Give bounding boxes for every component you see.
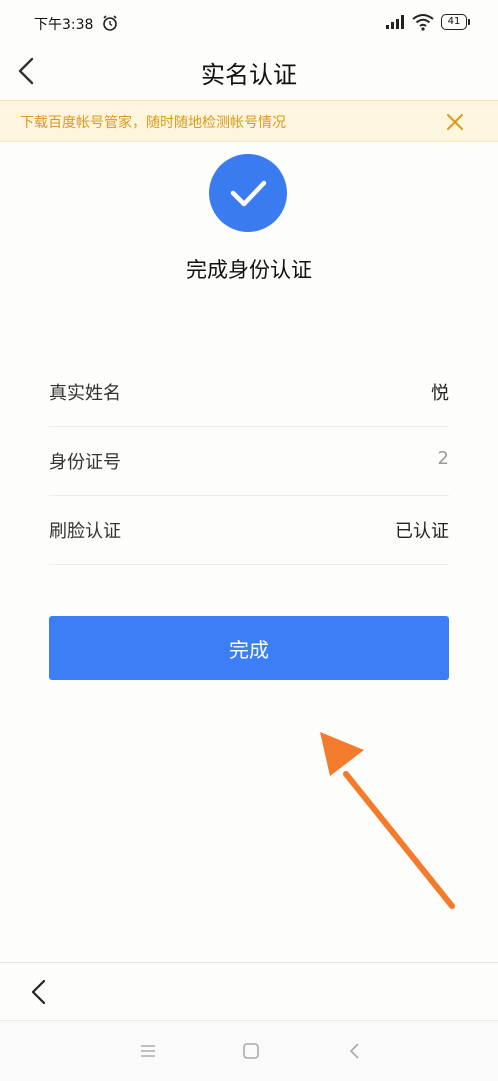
info-label: 真实姓名 xyxy=(49,383,121,404)
done-button[interactable]: 完成 xyxy=(49,616,449,680)
identity-info-list: 真实姓名 悦 身份证号 2 刷脸认证 已认证 xyxy=(49,358,449,565)
wifi-icon xyxy=(412,14,434,31)
alarm-clock-icon xyxy=(103,15,117,31)
success-badge xyxy=(209,154,287,232)
info-value: 2 xyxy=(437,448,449,469)
battery-indicator: 41 xyxy=(441,14,467,30)
status-time: 下午3:38 xyxy=(34,17,94,33)
annotation-arrow-icon xyxy=(320,732,455,909)
square-icon[interactable] xyxy=(241,1041,261,1061)
info-row-id-number: 身份证号 2 xyxy=(49,427,449,496)
info-row-face-verification: 刷脸认证 已认证 xyxy=(49,496,449,565)
info-value: 已认证 xyxy=(395,521,449,542)
system-nav-bar xyxy=(0,1020,498,1081)
battery-tip xyxy=(468,19,470,25)
close-icon[interactable] xyxy=(442,109,468,135)
page-header: 实名认证 xyxy=(0,46,498,100)
success-title: 完成身份认证 xyxy=(186,258,312,282)
back-icon[interactable] xyxy=(24,977,54,1007)
chevron-left-icon[interactable] xyxy=(345,1041,365,1061)
info-label: 身份证号 xyxy=(49,452,121,473)
status-bar: 下午3:38 41 xyxy=(0,0,498,46)
bottom-toolbar xyxy=(0,962,498,1021)
info-label: 刷脸认证 xyxy=(49,521,121,542)
menu-icon[interactable] xyxy=(138,1041,158,1061)
signal-icon xyxy=(386,15,404,29)
page-title: 实名认证 xyxy=(201,61,297,89)
info-row-real-name: 真实姓名 悦 xyxy=(49,358,449,427)
download-notice-banner[interactable]: 下载百度帐号管家，随时随地检测帐号情况 xyxy=(0,100,498,142)
info-value: 悦 xyxy=(431,383,449,404)
notice-text: 下载百度帐号管家，随时随地检测帐号情况 xyxy=(20,115,286,131)
check-icon xyxy=(230,180,267,207)
